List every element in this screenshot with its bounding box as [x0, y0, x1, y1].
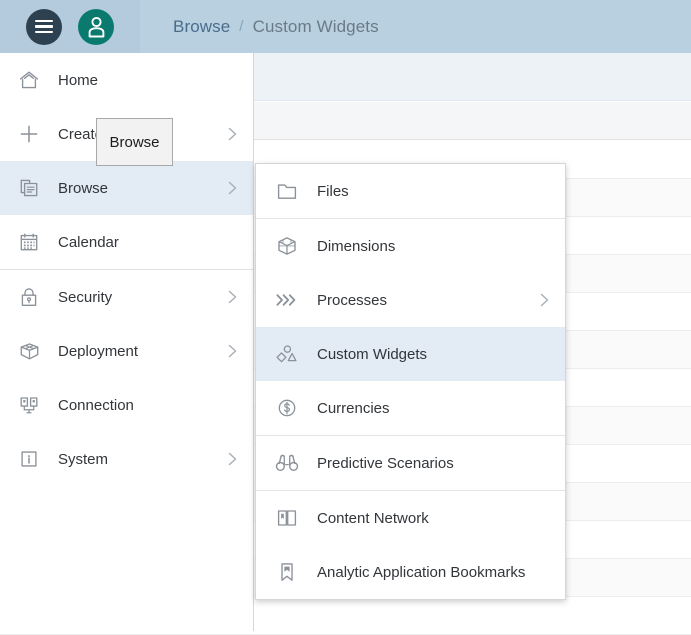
submenu-item-currencies[interactable]: Currencies	[256, 381, 565, 435]
sidebar-item-system[interactable]: System	[0, 432, 253, 486]
submenu-item-custom-widgets-label: Custom Widgets	[317, 345, 428, 363]
sidebar-item-browse[interactable]: Browse	[0, 161, 253, 215]
submenu-item-dimensions[interactable]: Dimensions	[256, 219, 565, 273]
browse-tooltip: Browse	[96, 118, 173, 166]
sidebar-item-system-label: System	[58, 450, 109, 468]
sidebar-item-browse-label: Browse	[58, 179, 109, 197]
submenu-item-files[interactable]: Files	[256, 164, 565, 218]
header-left-group	[0, 0, 140, 53]
submenu-item-currencies-label: Currencies	[317, 399, 390, 417]
sidebar-item-home-label: Home	[58, 71, 99, 89]
breadcrumb-current: Custom Widgets	[252, 16, 379, 36]
chevron-right-icon	[226, 290, 239, 305]
home-icon	[12, 69, 46, 91]
cube-icon	[270, 235, 304, 257]
submenu-item-analytic-application-bookmarks[interactable]: Analytic Application Bookmarks	[256, 545, 565, 599]
shapes-icon	[270, 343, 304, 365]
lock-icon	[12, 286, 46, 308]
calendar-icon	[12, 231, 46, 253]
hamburger-icon	[35, 20, 53, 33]
breadcrumb-parent[interactable]: Browse	[173, 17, 230, 37]
browse-icon	[12, 177, 46, 199]
package-icon	[12, 340, 46, 363]
folder-icon	[270, 181, 304, 201]
submenu-item-analytic-application-bookmarks-label: Analytic Application Bookmarks	[317, 563, 526, 581]
submenu-item-processes[interactable]: Processes	[256, 273, 565, 327]
submenu-item-content-network[interactable]: Content Network	[256, 491, 565, 545]
browse-submenu-panel: Files Dimensions Processes Custom Widgets Cu…	[255, 163, 566, 600]
chevron-right-icon	[226, 181, 239, 196]
chevron-right-icon	[226, 344, 239, 359]
plus-icon	[12, 123, 46, 145]
book-icon	[270, 508, 304, 528]
chevron-right-icon	[226, 127, 239, 142]
sidebar-item-security[interactable]: Security	[0, 270, 253, 324]
sidebar-item-calendar-label: Calendar	[58, 233, 119, 251]
tooltip-label: Browse	[109, 133, 160, 151]
connection-icon	[12, 394, 46, 416]
currency-icon	[270, 397, 304, 419]
submenu-item-custom-widgets[interactable]: Custom Widgets	[256, 327, 565, 381]
bookmark-icon	[270, 561, 304, 583]
binoculars-icon	[270, 453, 304, 473]
submenu-item-content-network-label: Content Network	[317, 509, 429, 527]
app-header: Browse / Custom Widgets	[0, 0, 691, 53]
submenu-item-dimensions-label: Dimensions	[317, 237, 396, 255]
sidebar-item-calendar[interactable]: Calendar	[0, 215, 253, 269]
breadcrumb-separator: /	[239, 18, 244, 35]
sidebar-item-security-label: Security	[58, 288, 113, 306]
user-avatar-button[interactable]	[78, 8, 114, 45]
chevron-right-icon	[538, 293, 551, 308]
info-icon	[12, 448, 46, 470]
submenu-item-files-label: Files	[317, 182, 349, 200]
breadcrumb: Browse / Custom Widgets	[173, 17, 379, 37]
sidebar-item-deployment-label: Deployment	[58, 342, 139, 360]
sidebar-item-deployment[interactable]: Deployment	[0, 324, 253, 378]
sidebar-item-connection[interactable]: Connection	[0, 378, 253, 432]
submenu-item-processes-label: Processes	[317, 291, 388, 309]
hamburger-menu-button[interactable]	[26, 8, 62, 45]
submenu-item-predictive-scenarios-label: Predictive Scenarios	[317, 454, 454, 472]
sidebar-item-connection-label: Connection	[58, 396, 134, 414]
submenu-item-predictive-scenarios[interactable]: Predictive Scenarios	[256, 436, 565, 490]
chevrons-icon	[270, 291, 304, 309]
sidebar-item-home[interactable]: Home	[0, 53, 253, 107]
person-icon	[88, 16, 104, 37]
chevron-right-icon	[226, 452, 239, 467]
